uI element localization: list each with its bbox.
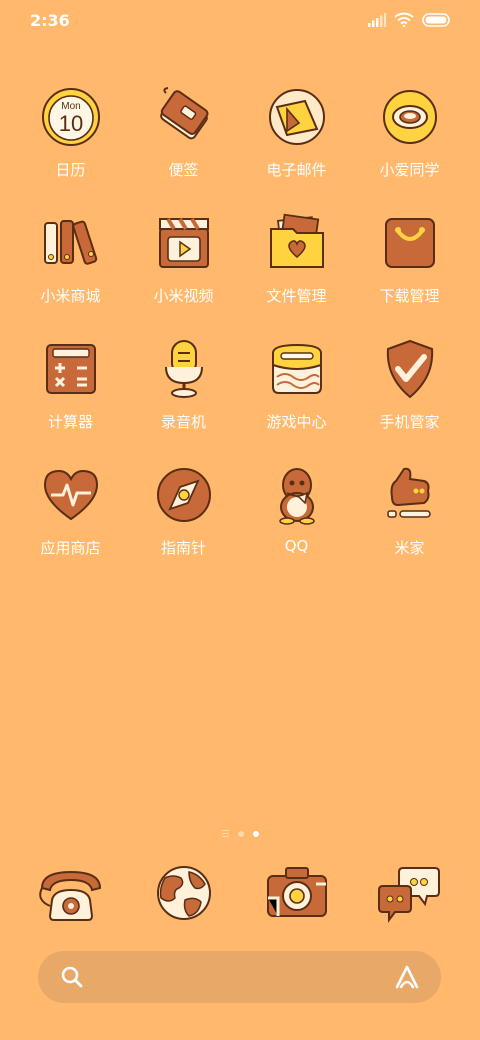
calculator-icon	[39, 337, 103, 401]
game-center-icon	[265, 337, 329, 401]
search-bar[interactable]	[38, 951, 441, 1003]
app-qq[interactable]: QQ	[240, 463, 353, 589]
page-indicator[interactable]	[0, 830, 480, 837]
page-dot-menu[interactable]	[221, 830, 229, 837]
app-label: 应用商店	[40, 539, 101, 557]
dock-browser[interactable]	[127, 860, 240, 926]
app-grid: Mon 10 日历 便签 电子邮件 小爱同学 小米商城 小米视频 文件管理 下载…	[14, 85, 466, 589]
messages-icon	[377, 860, 443, 926]
app-recorder[interactable]: 录音机	[127, 337, 240, 463]
app-game-center[interactable]: 游戏中心	[240, 337, 353, 463]
mi-video-icon	[152, 211, 216, 275]
page-dot-active[interactable]	[252, 830, 259, 837]
status-bar: 2:36	[0, 0, 480, 40]
compass-icon	[152, 463, 216, 527]
wifi-icon	[394, 12, 414, 27]
app-label: 下载管理	[379, 287, 440, 305]
app-label: 电子邮件	[266, 161, 327, 179]
app-mi-store[interactable]: 小米商城	[14, 211, 127, 337]
status-time: 2:36	[30, 11, 70, 30]
app-label: 小米商城	[40, 287, 101, 305]
app-label: 文件管理	[266, 287, 327, 305]
app-label: 指南针	[160, 539, 206, 557]
security-icon	[378, 337, 442, 401]
mi-home-icon	[378, 463, 442, 527]
app-label: 日历	[55, 161, 86, 179]
dock	[14, 860, 466, 926]
app-label: 便签	[168, 161, 199, 179]
app-file-manager[interactable]: 文件管理	[240, 211, 353, 337]
downloads-icon	[378, 211, 442, 275]
browser-icon	[151, 860, 217, 926]
status-icons	[368, 12, 452, 27]
phone-icon	[38, 860, 104, 926]
app-mi-video[interactable]: 小米视频	[127, 211, 240, 337]
dock-phone[interactable]	[14, 860, 127, 926]
app-calculator[interactable]: 计算器	[14, 337, 127, 463]
search-icon[interactable]	[60, 965, 84, 989]
app-label: 手机管家	[379, 413, 440, 431]
app-compass[interactable]: 指南针	[127, 463, 240, 589]
calendar-icon: Mon 10	[39, 85, 103, 149]
dock-messages[interactable]	[353, 860, 466, 926]
email-icon	[265, 85, 329, 149]
camera-icon	[264, 860, 330, 926]
app-label: 计算器	[47, 413, 93, 431]
app-store-icon	[39, 463, 103, 527]
notes-icon	[152, 85, 216, 149]
xiaoai-icon	[378, 85, 442, 149]
app-security[interactable]: 手机管家	[353, 337, 466, 463]
app-mi-home[interactable]: 米家	[353, 463, 466, 589]
signal-icon	[368, 12, 386, 27]
app-label: 游戏中心	[266, 413, 327, 431]
app-notes[interactable]: 便签	[127, 85, 240, 211]
qq-icon	[265, 463, 329, 527]
app-calendar[interactable]: Mon 10 日历	[14, 85, 127, 211]
mi-store-icon	[39, 211, 103, 275]
calendar-date: 10	[58, 111, 82, 136]
file-manager-icon	[265, 211, 329, 275]
app-label: 米家	[394, 539, 425, 557]
app-downloads[interactable]: 下载管理	[353, 211, 466, 337]
recorder-icon	[152, 337, 216, 401]
app-label: QQ	[284, 537, 309, 555]
app-xiaoai[interactable]: 小爱同学	[353, 85, 466, 211]
page-dot[interactable]	[237, 830, 244, 837]
xiaoai-assistant-icon[interactable]	[393, 963, 421, 991]
app-label: 小爱同学	[379, 161, 440, 179]
dock-camera[interactable]	[240, 860, 353, 926]
app-app-store[interactable]: 应用商店	[14, 463, 127, 589]
app-email[interactable]: 电子邮件	[240, 85, 353, 211]
app-label: 小米视频	[153, 287, 214, 305]
app-label: 录音机	[160, 413, 206, 431]
battery-icon	[422, 12, 450, 27]
